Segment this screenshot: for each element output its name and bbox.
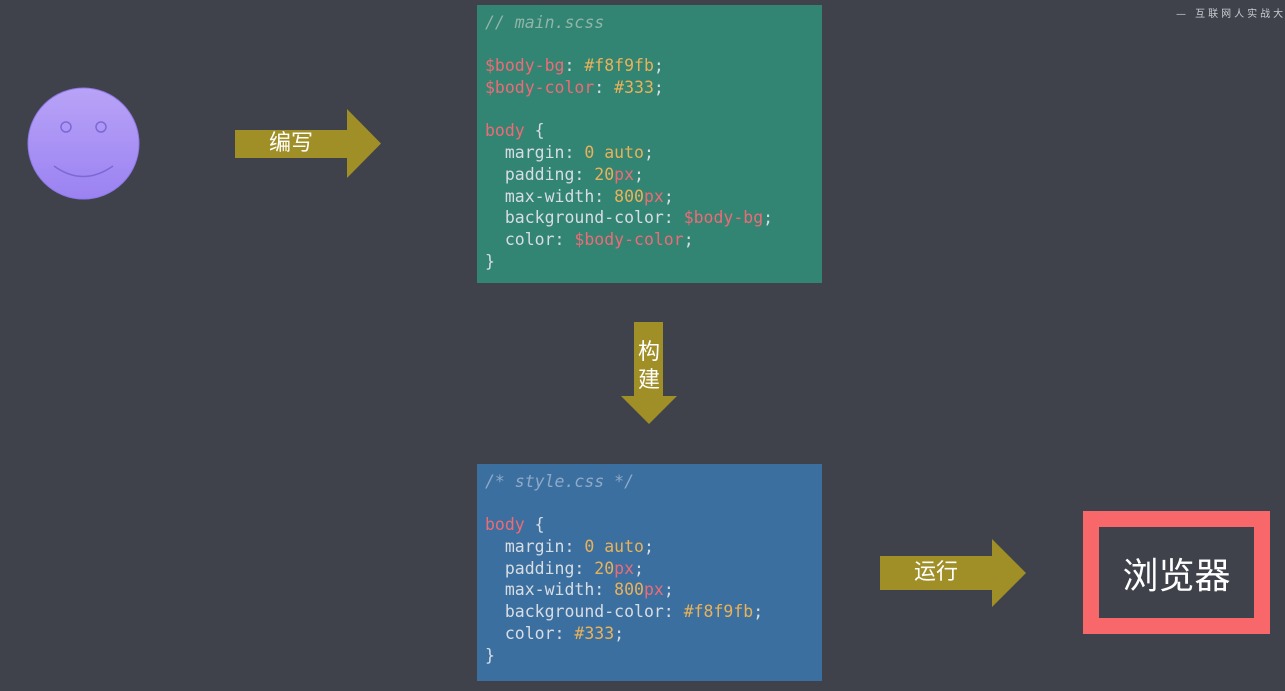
code-token: 20	[594, 558, 615, 578]
code-token: ;	[634, 558, 644, 578]
code-token: body	[485, 515, 525, 535]
code-token: :	[564, 56, 585, 76]
developer-smiley-icon	[27, 87, 140, 200]
code-token: 0	[584, 537, 595, 557]
code-line: // main.scss	[485, 12, 822, 34]
code-line: margin: 0 auto;	[485, 536, 822, 558]
code-token: // main.scss	[485, 13, 605, 32]
code-token: {	[524, 515, 545, 535]
code-token: $body-bg	[683, 208, 764, 228]
code-line: body {	[485, 120, 822, 142]
code-token: px	[614, 558, 635, 578]
code-token: #333	[574, 623, 615, 643]
code-token: ;	[614, 623, 625, 643]
code-token: ;	[634, 164, 644, 184]
code-token: }	[485, 645, 495, 665]
code-token: ;	[653, 78, 664, 98]
code-token: 20	[594, 164, 615, 184]
code-token: ;	[643, 537, 654, 557]
code-token: 800	[614, 580, 644, 600]
code-token: padding:	[485, 164, 595, 184]
code-token: px	[614, 164, 635, 184]
code-line: background-color: $body-bg;	[485, 207, 822, 229]
code-token: background-color:	[485, 208, 684, 228]
code-line: }	[485, 645, 822, 667]
code-token: px	[643, 186, 664, 206]
code-token: /* style.css */	[485, 472, 635, 491]
code-token: color:	[485, 623, 575, 643]
code-line: margin: 0 auto;	[485, 142, 822, 164]
code-token: max-width:	[485, 186, 615, 206]
css-code-panel: /* style.css */ body { margin: 0 auto; pa…	[477, 464, 822, 681]
code-token: margin:	[485, 537, 585, 557]
code-line: /* style.css */	[485, 471, 822, 493]
code-token: $body-color	[485, 78, 595, 98]
write-arrow: 编写	[235, 109, 381, 178]
code-line: max-width: 800px;	[485, 579, 822, 601]
code-token: color:	[485, 229, 575, 249]
code-token: px	[643, 580, 664, 600]
build-label-2: 建	[637, 368, 660, 393]
code-line: padding: 20px;	[485, 164, 822, 186]
code-token: background-color:	[485, 602, 684, 622]
code-token: ;	[643, 143, 654, 163]
code-token: ;	[663, 580, 674, 600]
code-token: $body-color	[574, 229, 684, 249]
code-token: {	[524, 121, 545, 141]
code-line: background-color: #f8f9fb;	[485, 601, 822, 623]
code-token: auto	[604, 143, 644, 163]
code-token: padding:	[485, 558, 595, 578]
code-line: padding: 20px;	[485, 558, 822, 580]
code-token: ;	[763, 208, 774, 228]
build-label-1: 构	[637, 340, 660, 365]
code-token: ;	[663, 186, 674, 206]
code-line: color: #333;	[485, 623, 822, 645]
code-token: auto	[604, 537, 644, 557]
scss-code-panel: // main.scss $body-bg: #f8f9fb; $body-colo…	[477, 5, 822, 283]
browser-label: 浏览器	[1122, 555, 1231, 597]
code-token: :	[594, 78, 615, 98]
code-line: color: $body-color;	[485, 229, 822, 251]
run-arrow: 运行	[880, 539, 1026, 607]
code-token: $body-bg	[485, 56, 565, 76]
code-token: #f8f9fb	[584, 56, 654, 76]
code-line: $body-bg: #f8f9fb;	[485, 55, 822, 77]
code-token: ;	[653, 56, 664, 76]
code-token: ;	[753, 602, 764, 622]
code-token: margin:	[485, 143, 585, 163]
browser-box: 浏览器	[1083, 511, 1270, 634]
code-line: $body-color: #333;	[485, 77, 822, 99]
code-line: body {	[485, 514, 822, 536]
build-arrow: 构 建	[621, 322, 677, 424]
code-token: max-width:	[485, 580, 615, 600]
code-token: }	[485, 251, 495, 271]
run-label: 运行	[913, 560, 958, 585]
write-label: 编写	[268, 130, 313, 156]
code-token: #f8f9fb	[683, 602, 754, 622]
watermark-text: — 互联网人实战大	[1176, 9, 1285, 20]
code-line: }	[485, 251, 822, 273]
code-token: ;	[683, 229, 694, 249]
code-token: body	[485, 121, 525, 141]
code-token: #333	[614, 78, 654, 98]
code-token: 0	[584, 143, 595, 163]
code-line: max-width: 800px;	[485, 186, 822, 208]
code-token: 800	[614, 186, 644, 206]
